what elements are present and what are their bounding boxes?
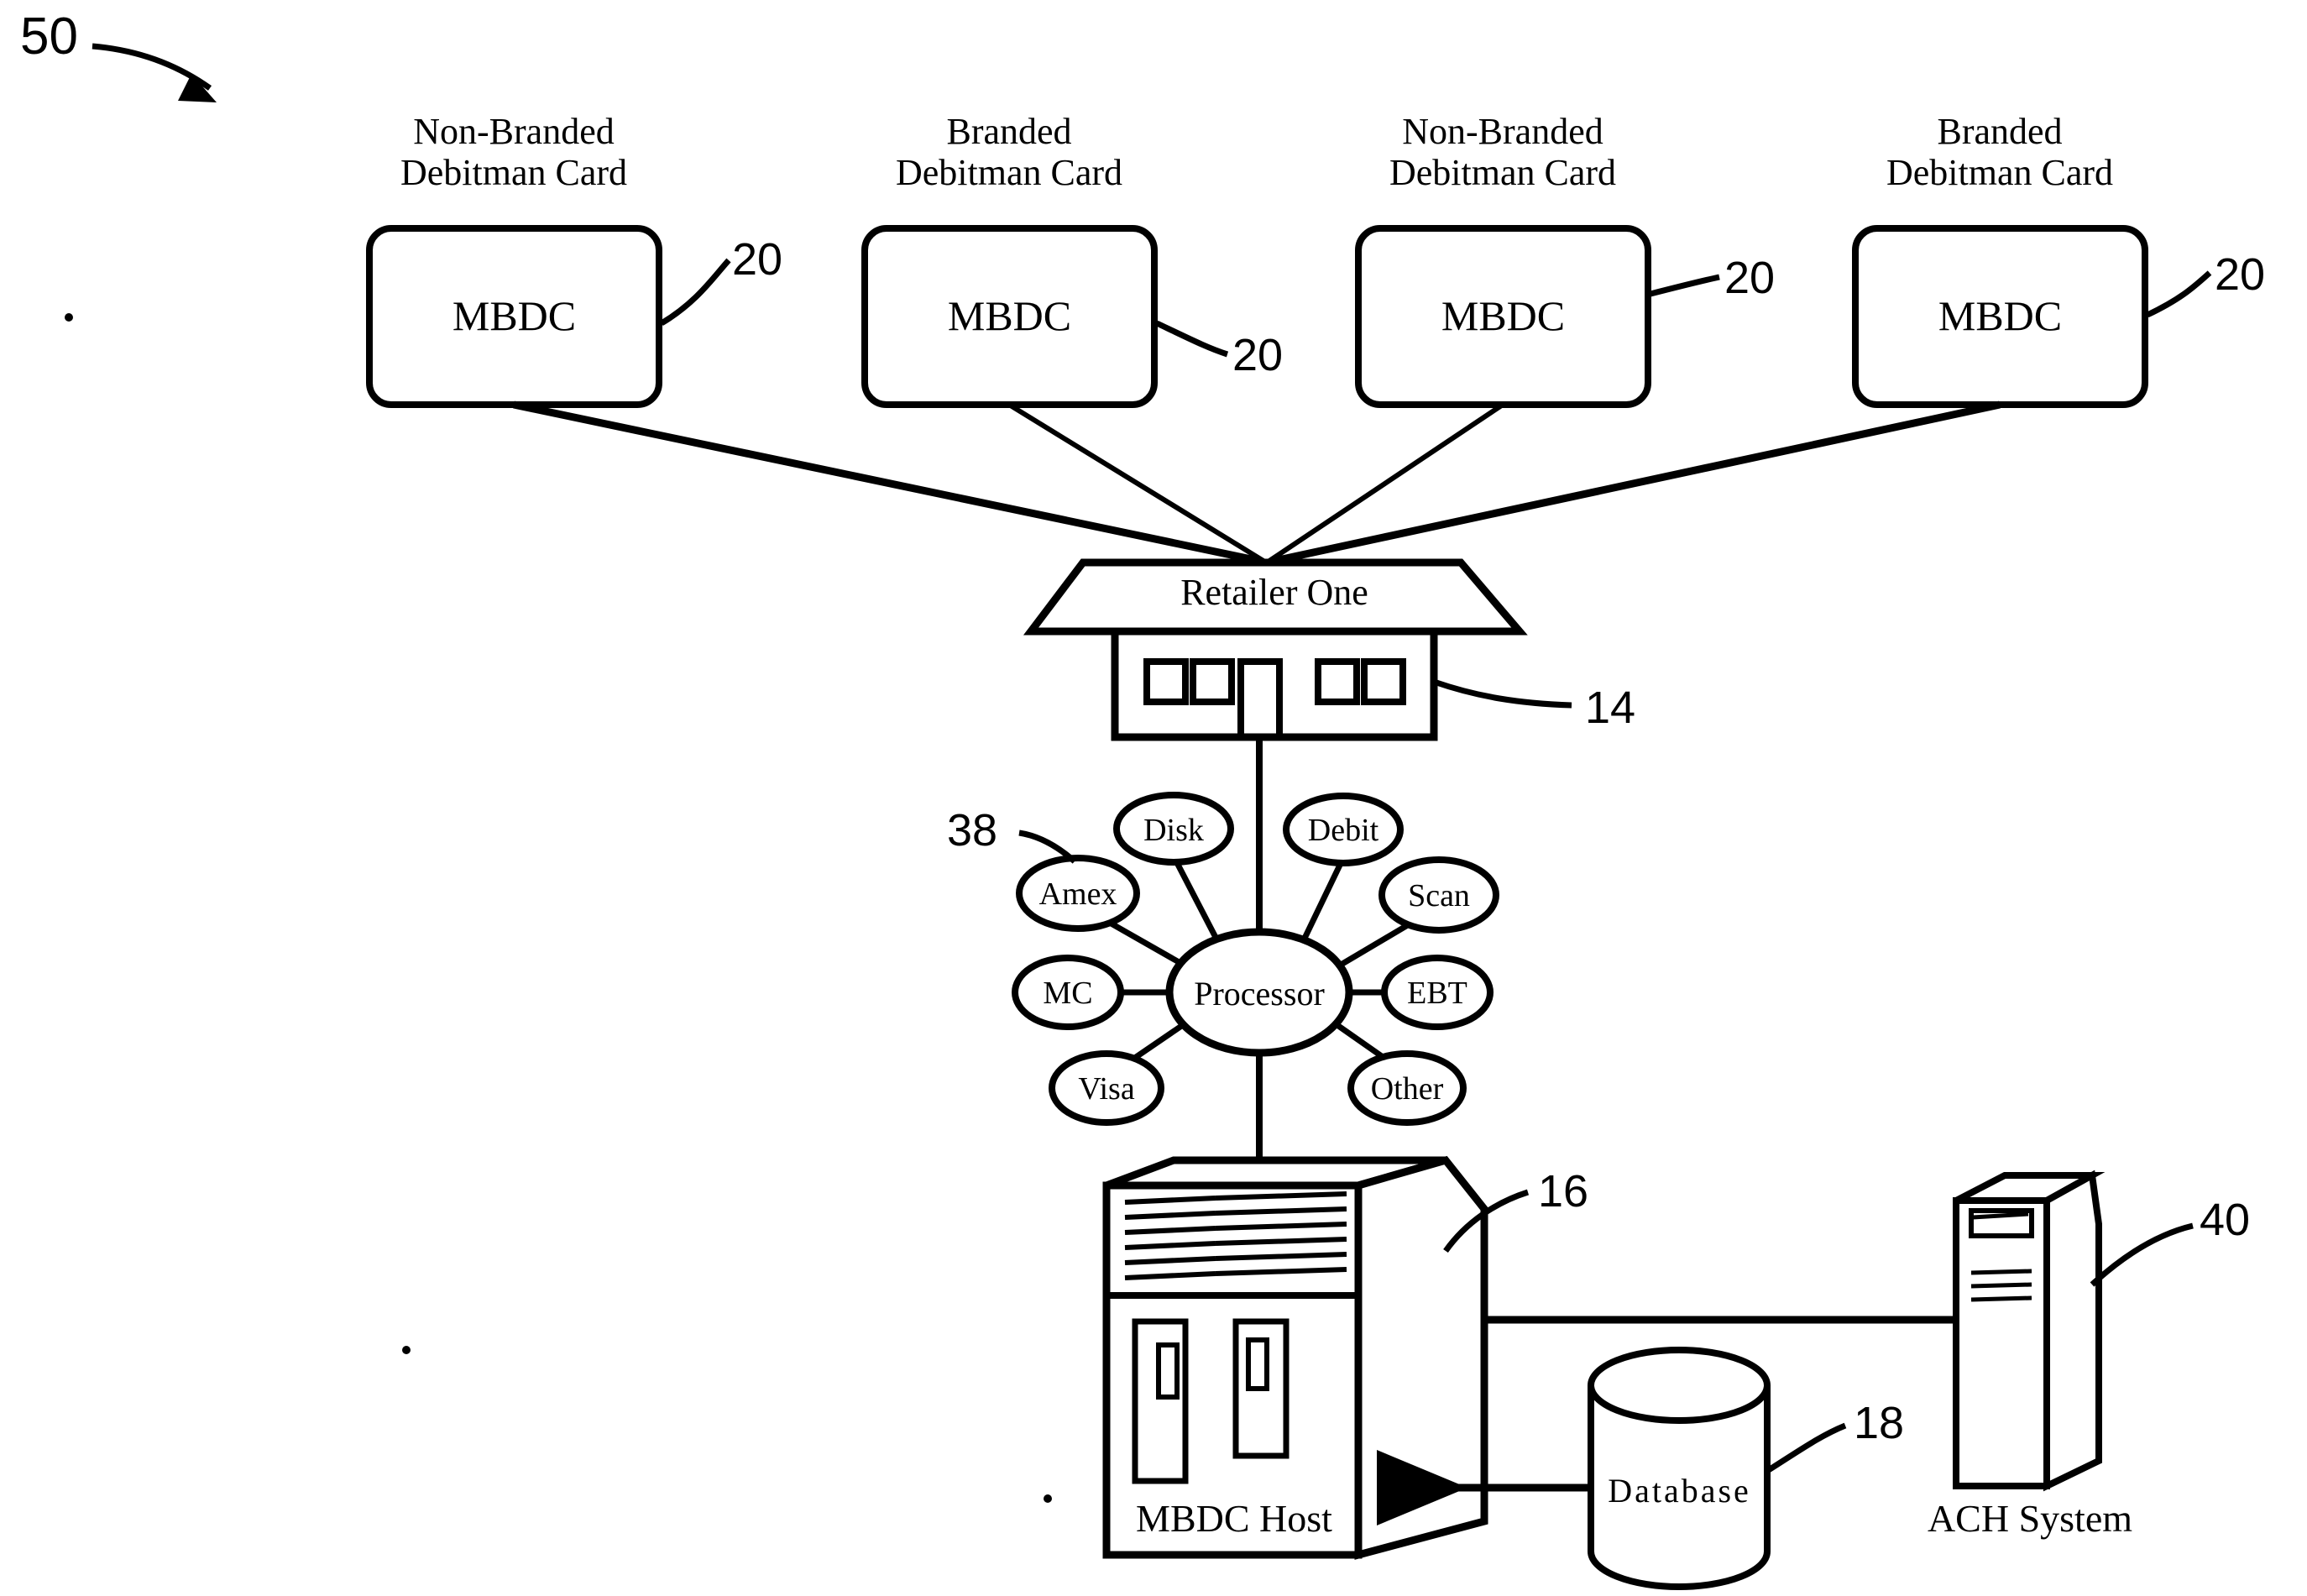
ach-side-face bbox=[2043, 1170, 2102, 1492]
retailer-body bbox=[1111, 627, 1438, 741]
card-title-1-line1: Non-Branded bbox=[413, 111, 615, 152]
figure-reference-numeral: 50 bbox=[20, 8, 78, 65]
database-label: Database bbox=[1608, 1472, 1751, 1510]
card-box-label-3: MBDC bbox=[1441, 292, 1566, 339]
ach-system-label: ACH System bbox=[1927, 1497, 2133, 1540]
card-title-1: Non-Branded Debitman Card bbox=[337, 111, 690, 194]
card-to-retailer-lines bbox=[513, 400, 2001, 565]
processor-spoke-label-ebt: EBT bbox=[1407, 976, 1467, 1011]
card-title-3-line1: Non-Branded bbox=[1402, 111, 1603, 152]
card-title-4-line2: Debitman Card bbox=[1886, 152, 2114, 194]
retailer-ref-leader bbox=[1432, 678, 1572, 709]
database-ref: 18 bbox=[1854, 1398, 1905, 1448]
ach-system-tower bbox=[1953, 1170, 2194, 1492]
database-ref-leader bbox=[1766, 1422, 1847, 1473]
card-box-label-4: MBDC bbox=[1938, 292, 2063, 339]
diagram-vector-layer bbox=[65, 43, 2212, 1590]
card-title-2-line2: Debitman Card bbox=[895, 152, 1123, 194]
card-ref-2: 20 bbox=[1232, 330, 1284, 380]
card-title-4: Branded Debitman Card bbox=[1823, 111, 2176, 194]
ach-ref-leader bbox=[2090, 1222, 2194, 1287]
card-title-2-line1: Branded bbox=[946, 111, 1072, 152]
ach-system-ref: 40 bbox=[2200, 1195, 2251, 1245]
mbdc-host-label: MBDC Host bbox=[1136, 1497, 1332, 1540]
processor-spoke-label-other: Other bbox=[1370, 1071, 1444, 1107]
processor-label: Processor bbox=[1194, 975, 1325, 1013]
card-ref-4: 20 bbox=[2215, 249, 2266, 300]
card-ref-1: 20 bbox=[732, 234, 783, 285]
processor-spoke-label-mc: MC bbox=[1043, 976, 1093, 1011]
database-top bbox=[1588, 1347, 1771, 1424]
processor-spoke-label-visa: Visa bbox=[1078, 1071, 1135, 1107]
host-side-face bbox=[1354, 1155, 1488, 1560]
retailer-window-4 bbox=[1361, 658, 1406, 705]
scan-speckles bbox=[65, 313, 1052, 1503]
processor-spoke-label-scan: Scan bbox=[1408, 878, 1470, 913]
retailer-window-3 bbox=[1315, 658, 1360, 705]
patent-figure-canvas: 50 Non-Branded Debitman Card MBDC 20 Bra… bbox=[0, 0, 2307, 1596]
retailer-window-1 bbox=[1143, 658, 1189, 705]
card-box-label-1: MBDC bbox=[452, 292, 577, 339]
card-title-3-line2: Debitman Card bbox=[1389, 152, 1617, 194]
retailer-ref: 14 bbox=[1585, 683, 1636, 733]
card-title-4-line1: Branded bbox=[1937, 111, 2063, 152]
card-title-1-line2: Debitman Card bbox=[400, 152, 628, 194]
retailer-label: Retailer One bbox=[1180, 572, 1368, 613]
retailer-door bbox=[1237, 658, 1283, 740]
ach-front-face bbox=[1953, 1197, 2050, 1489]
retailer-window-2 bbox=[1190, 658, 1235, 705]
processor-ref-leader bbox=[1018, 829, 1077, 864]
processor-spoke-label-amex: Amex bbox=[1038, 876, 1117, 912]
card-ref-3: 20 bbox=[1724, 253, 1776, 303]
figure-ref-arrow bbox=[92, 43, 217, 102]
processor-ref: 38 bbox=[947, 805, 998, 856]
card-title-3: Non-Branded Debitman Card bbox=[1326, 111, 1679, 194]
processor-spoke-label-disk: Disk bbox=[1143, 813, 1204, 848]
card-box-label-2: MBDC bbox=[947, 292, 1072, 339]
processor-spoke-label-debit: Debit bbox=[1307, 813, 1379, 848]
card-title-2: Branded Debitman Card bbox=[833, 111, 1185, 194]
mbdc-host-ref: 16 bbox=[1538, 1166, 1589, 1217]
